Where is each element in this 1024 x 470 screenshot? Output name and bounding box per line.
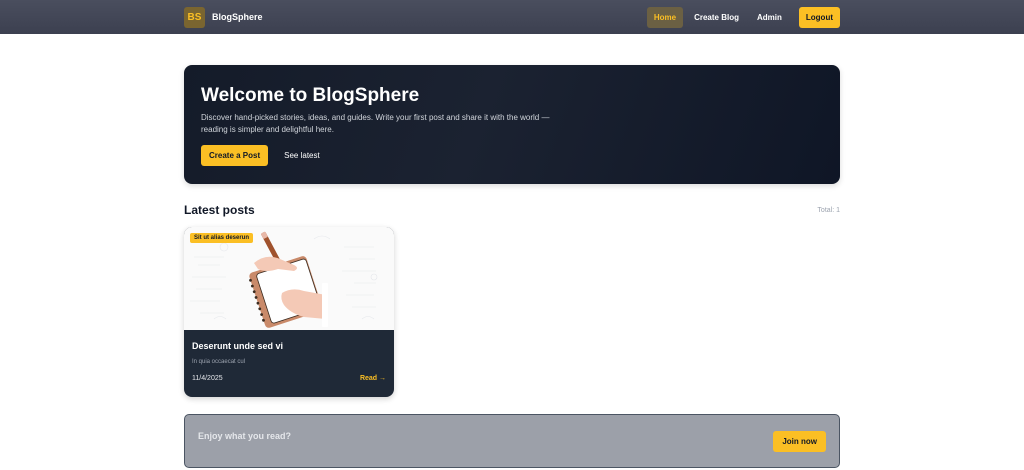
hero-actions: Create a Post See latest (201, 145, 823, 166)
navbar: BS BlogSphere Home Create Blog Admin Log… (0, 0, 1024, 34)
post-date: 11/4/2025 (192, 375, 223, 382)
post-category-tag: Sit ut alias deserun (190, 233, 254, 243)
nav-links: Home Create Blog Admin Logout (646, 6, 840, 28)
brand-name: BlogSphere (212, 12, 263, 22)
post-excerpt: In quia occaecat cul (192, 359, 246, 365)
nav-link-admin[interactable]: Admin (750, 7, 789, 28)
hero-subtitle: Discover hand-picked stories, ideas, and… (201, 113, 550, 134)
post-count: Total: 1 (817, 206, 840, 214)
latest-posts-header: Latest posts Total: 1 (184, 203, 840, 217)
see-latest-link[interactable]: See latest (284, 151, 320, 160)
nav-link-create-blog[interactable]: Create Blog (687, 7, 746, 28)
brand-logo: BS (184, 6, 205, 28)
cta-text: Enjoy what you read? (198, 431, 292, 441)
hero-banner: Welcome to BlogSphere Discover hand-pick… (184, 65, 840, 184)
read-more-link[interactable]: Read → (360, 375, 386, 382)
join-cta-banner: Enjoy what you read? Join now (184, 414, 840, 468)
post-title[interactable]: Deserunt unde sed vi (192, 341, 386, 351)
create-post-button[interactable]: Create a Post (201, 145, 269, 166)
section-title: Latest posts (184, 203, 255, 217)
logout-button[interactable]: Logout (798, 6, 840, 28)
post-card[interactable]: Sit ut alias deserun Deserunt unde sed v… (184, 227, 394, 397)
post-card-body: Deserunt unde sed vi In quia occaecat cu… (184, 330, 394, 393)
hero-title: Welcome to BlogSphere (201, 85, 420, 106)
join-now-button[interactable]: Join now (773, 430, 826, 452)
brand[interactable]: BS BlogSphere (184, 6, 263, 28)
post-cover-image: Sit ut alias deserun (184, 227, 394, 330)
post-card-footer: 11/4/2025 Read → (192, 375, 386, 382)
nav-link-home[interactable]: Home (646, 6, 684, 28)
